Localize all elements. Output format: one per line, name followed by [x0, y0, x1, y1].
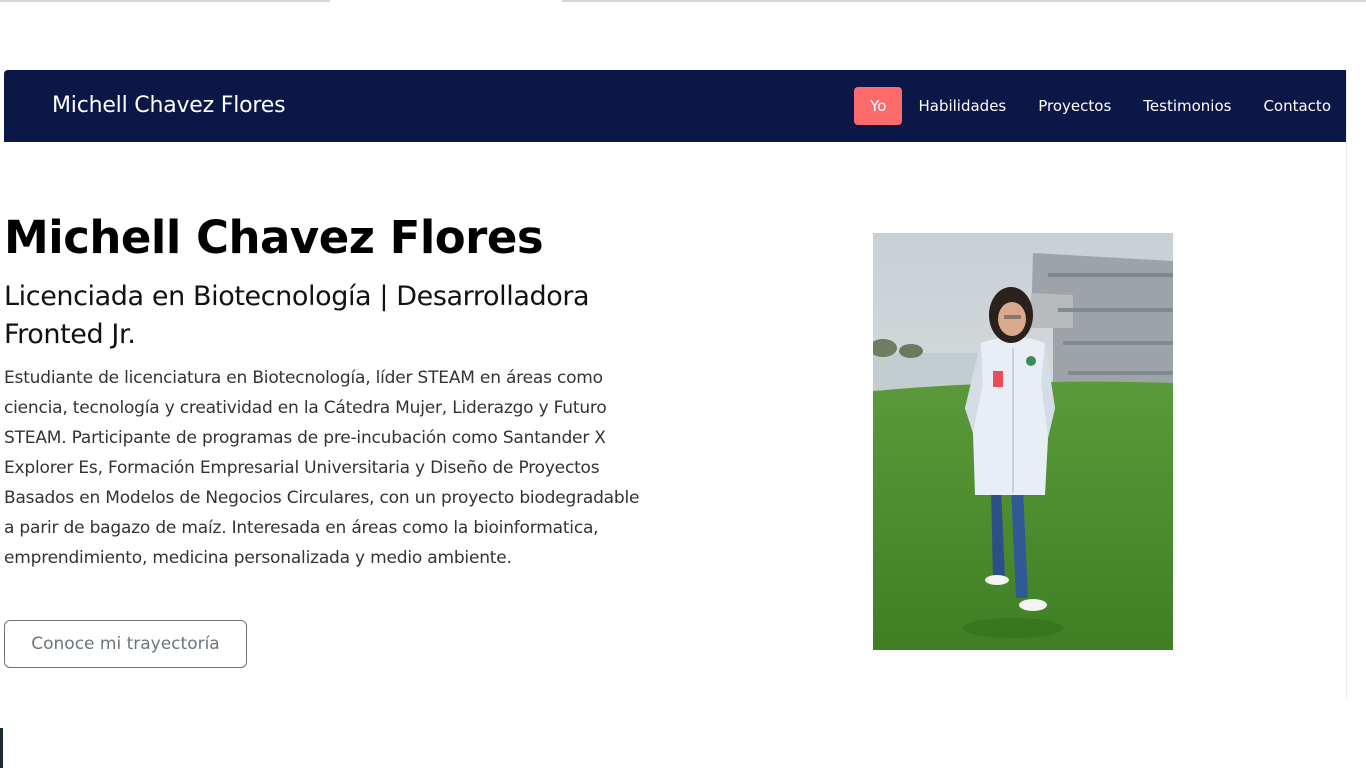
navbar: Michell Chavez Flores Yo Habilidades Pro…: [4, 70, 1346, 142]
nav-item-testimonios[interactable]: Testimonios: [1127, 87, 1247, 125]
page-container: Michell Chavez Flores Yo Habilidades Pro…: [4, 70, 1347, 700]
nav-item-contacto[interactable]: Contacto: [1247, 87, 1346, 125]
profile-photo: [873, 233, 1173, 650]
hero-subtitle: Licenciada en Biotecnología | Desarrolla…: [4, 281, 590, 350]
trajectory-button[interactable]: Conoce mi trayectoría: [4, 620, 247, 668]
nav-item-proyectos[interactable]: Proyectos: [1022, 87, 1127, 125]
hero-description: Estudiante de licenciatura en Biotecnolo…: [4, 368, 640, 568]
page-edge: [0, 728, 3, 768]
browser-top-line: [562, 0, 1366, 2]
nav-item-yo[interactable]: Yo: [854, 87, 903, 125]
nav-menu: Yo Habilidades Proyectos Testimonios Con…: [854, 87, 1346, 125]
nav-item-habilidades[interactable]: Habilidades: [902, 87, 1022, 125]
hero-title: Michell Chavez Flores: [4, 211, 544, 264]
navbar-brand[interactable]: Michell Chavez Flores: [52, 92, 286, 120]
browser-top-line: [0, 0, 330, 2]
